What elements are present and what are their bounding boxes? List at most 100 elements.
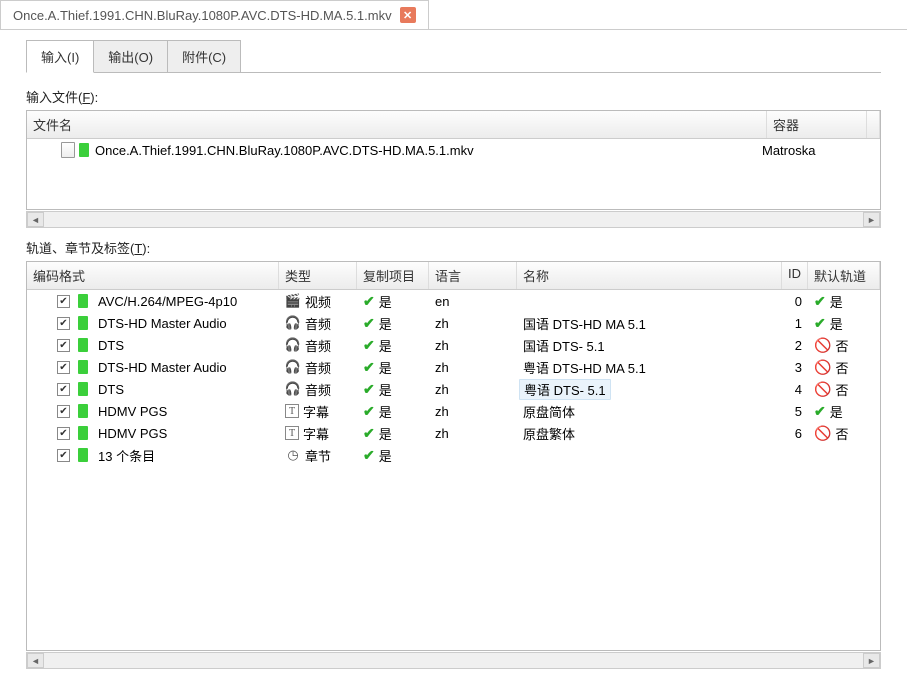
codec-text: 13 个条目 [98, 446, 155, 465]
headphones-icon: 🎧 [285, 337, 301, 353]
cell-id: 5 [782, 404, 808, 419]
copy-text: 是 [379, 292, 392, 311]
clock-icon: ◷ [285, 447, 301, 463]
name-text: 原盘简体 [523, 402, 575, 421]
cell-codec: DTS-HD Master Audio [27, 316, 279, 331]
cell-lang: zh [429, 426, 517, 441]
type-text: 字幕 [303, 424, 329, 443]
track-row[interactable]: HDMV PGST字幕✔是zh原盘简体5✔ 是 [27, 400, 880, 422]
track-checkbox[interactable] [57, 317, 70, 330]
cell-lang: zh [429, 338, 517, 353]
check-icon: ✔ [363, 337, 375, 354]
cell-name: 原盘简体 [517, 402, 782, 421]
col-header-codec[interactable]: 编码格式 [27, 262, 279, 289]
cell-name: 原盘繁体 [517, 424, 782, 443]
track-row[interactable]: AVC/H.264/MPEG-4p10🎬视频✔是en0✔ 是 [27, 290, 880, 312]
cell-codec: HDMV PGS [27, 404, 279, 419]
input-files-body[interactable]: Once.A.Thief.1991.CHN.BluRay.1080P.AVC.D… [27, 139, 880, 209]
col-header-spare [867, 111, 880, 138]
copy-text: 是 [379, 380, 392, 399]
cell-id: 3 [782, 360, 808, 375]
col-header-id[interactable]: ID [782, 262, 808, 289]
headphones-icon: 🎧 [285, 381, 301, 397]
cell-type: 🎧音频 [279, 380, 357, 399]
file-tab[interactable]: Once.A.Thief.1991.CHN.BluRay.1080P.AVC.D… [0, 0, 429, 29]
text-icon: T [285, 426, 299, 440]
name-text: 粤语 DTS-HD MA 5.1 [523, 358, 646, 377]
scroll-right-icon[interactable]: ► [863, 653, 880, 668]
tab-output[interactable]: 输出(O) [93, 40, 168, 72]
check-icon: ✔ [363, 293, 375, 310]
codec-text: DTS [98, 382, 124, 397]
codec-text: AVC/H.264/MPEG-4p10 [98, 294, 237, 309]
cell-type: T字幕 [279, 402, 357, 421]
cell-default: ✔ 是 [808, 292, 880, 311]
track-row[interactable]: DTS-HD Master Audio🎧音频✔是zh国语 DTS-HD MA 5… [27, 312, 880, 334]
tab-input[interactable]: 输入(I) [26, 40, 94, 73]
cell-copy: ✔是 [357, 424, 429, 443]
track-row[interactable]: DTS🎧音频✔是zh粤语 DTS- 5.14🚫 否 [27, 378, 880, 400]
tab-attachments[interactable]: 附件(C) [167, 40, 241, 72]
col-header-name[interactable]: 名称 [517, 262, 782, 289]
track-row[interactable]: DTS🎧音频✔是zh国语 DTS- 5.12🚫 否 [27, 334, 880, 356]
track-row[interactable]: 13 个条目◷章节✔是 [27, 444, 880, 466]
col-header-lang[interactable]: 语言 [429, 262, 517, 289]
track-row[interactable]: DTS-HD Master Audio🎧音频✔是zh粤语 DTS-HD MA 5… [27, 356, 880, 378]
track-checkbox[interactable] [57, 339, 70, 352]
files-h-scrollbar[interactable]: ◄ ► [26, 211, 881, 228]
input-files-header: 文件名 容器 [27, 111, 880, 139]
deny-icon: 🚫 [814, 337, 831, 354]
type-text: 章节 [305, 446, 331, 465]
col-header-type[interactable]: 类型 [279, 262, 357, 289]
status-square-icon [78, 382, 88, 396]
tracks-body[interactable]: AVC/H.264/MPEG-4p10🎬视频✔是en0✔ 是DTS-HD Mas… [27, 290, 880, 650]
file-row[interactable]: Once.A.Thief.1991.CHN.BluRay.1080P.AVC.D… [27, 139, 880, 161]
track-checkbox[interactable] [57, 361, 70, 374]
cell-lang: en [429, 294, 517, 309]
cell-lang: zh [429, 404, 517, 419]
track-checkbox[interactable] [57, 383, 70, 396]
col-header-filename[interactable]: 文件名 [27, 111, 767, 138]
cell-copy: ✔是 [357, 314, 429, 333]
scroll-right-icon[interactable]: ► [863, 212, 880, 227]
type-text: 音频 [305, 336, 331, 355]
track-checkbox[interactable] [57, 295, 70, 308]
cell-type: ◷章节 [279, 446, 357, 465]
cell-id: 4 [782, 382, 808, 397]
track-checkbox[interactable] [57, 405, 70, 418]
copy-text: 是 [379, 424, 392, 443]
name-text: 国语 DTS-HD MA 5.1 [523, 314, 646, 333]
col-header-container[interactable]: 容器 [767, 111, 867, 138]
codec-text: HDMV PGS [98, 404, 167, 419]
cell-copy: ✔是 [357, 292, 429, 311]
check-icon: ✔ [363, 403, 375, 420]
col-header-copy[interactable]: 复制项目 [357, 262, 429, 289]
tracks-h-scrollbar[interactable]: ◄ ► [26, 652, 881, 669]
cell-copy: ✔是 [357, 358, 429, 377]
check-icon: ✔ [814, 315, 826, 332]
close-icon[interactable]: ✕ [400, 7, 416, 23]
cell-codec: HDMV PGS [27, 426, 279, 441]
cell-id: 0 [782, 294, 808, 309]
default-text: 否 [835, 336, 848, 355]
status-square-icon [79, 143, 89, 157]
cell-id: 6 [782, 426, 808, 441]
copy-text: 是 [379, 358, 392, 377]
status-square-icon [78, 426, 88, 440]
track-checkbox[interactable] [57, 427, 70, 440]
track-checkbox[interactable] [57, 449, 70, 462]
scroll-left-icon[interactable]: ◄ [27, 653, 44, 668]
copy-text: 是 [379, 336, 392, 355]
status-square-icon [78, 360, 88, 374]
cell-codec: DTS [27, 338, 279, 353]
cell-id: 2 [782, 338, 808, 353]
check-icon: ✔ [363, 447, 375, 464]
text-icon: T [285, 404, 299, 418]
scroll-left-icon[interactable]: ◄ [27, 212, 44, 227]
cell-default: ✔ 是 [808, 314, 880, 333]
track-row[interactable]: HDMV PGST字幕✔是zh原盘繁体6🚫 否 [27, 422, 880, 444]
default-text: 是 [830, 314, 843, 333]
cell-default: ✔ 是 [808, 402, 880, 421]
default-text: 否 [835, 380, 848, 399]
col-header-default[interactable]: 默认轨道 [808, 262, 880, 289]
